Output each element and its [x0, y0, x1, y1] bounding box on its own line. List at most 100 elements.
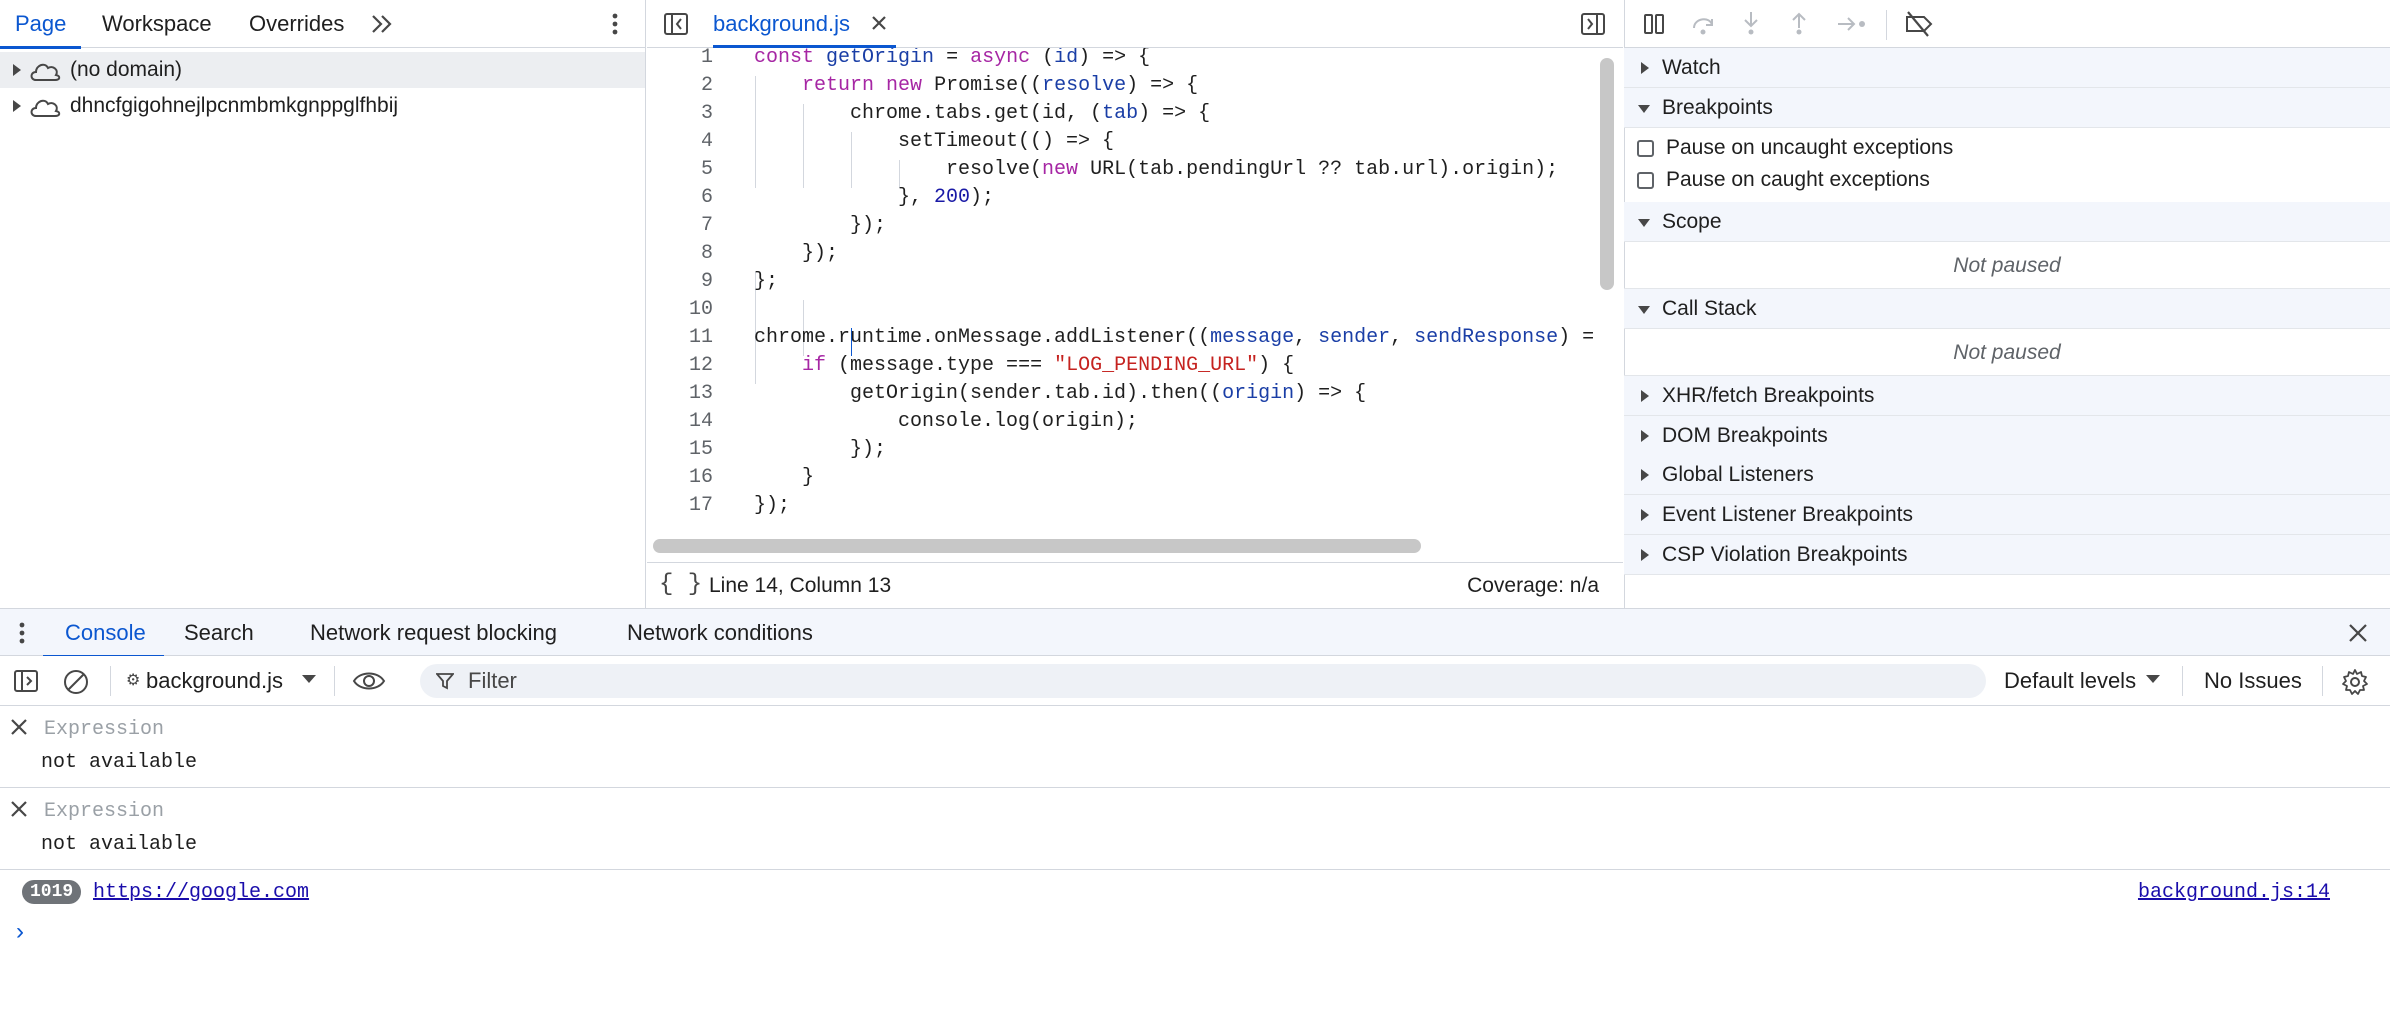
- triangle-right-icon[interactable]: [12, 99, 22, 113]
- section-label: XHR/fetch Breakpoints: [1662, 384, 1875, 407]
- close-icon[interactable]: [870, 14, 888, 32]
- toggle-navigator-icon[interactable]: [663, 12, 689, 36]
- chevron-double-right-icon[interactable]: [370, 13, 394, 35]
- toolbar-divider: [1886, 10, 1887, 40]
- horizontal-scrollbar[interactable]: [653, 539, 1421, 553]
- section-scope[interactable]: Scope: [1624, 202, 2390, 242]
- editor-tabbar: background.js: [647, 0, 1623, 48]
- log-levels-label: Default levels: [2004, 668, 2137, 693]
- section-xhr-breakpoints[interactable]: XHR/fetch Breakpoints: [1624, 376, 2390, 416]
- cloud-icon: [28, 96, 62, 118]
- toolbar-divider: [110, 666, 111, 696]
- coverage-status: Coverage: n/a: [1467, 574, 1599, 597]
- navigator-tabbar: Page Workspace Overrides: [0, 0, 645, 49]
- section-label: Breakpoints: [1662, 96, 1773, 119]
- deactivate-breakpoints-icon[interactable]: [1904, 10, 1934, 38]
- repeat-count-badge: 1019: [22, 880, 82, 904]
- expression-value: not available: [41, 833, 198, 856]
- live-expression: Expression not available: [0, 788, 2390, 870]
- vertical-scrollbar[interactable]: [1600, 58, 1614, 290]
- toolbar-divider: [334, 666, 335, 696]
- tab-workspace[interactable]: Workspace: [102, 0, 212, 48]
- section-label: Watch: [1662, 56, 1721, 79]
- tab-console[interactable]: Console: [43, 609, 164, 658]
- drawer-tabbar: Console Search Network request blocking …: [0, 608, 2390, 658]
- tab-overrides[interactable]: Overrides: [249, 0, 344, 48]
- tab-network-conditions[interactable]: Network conditions: [627, 609, 813, 657]
- gear-icon[interactable]: [2341, 668, 2369, 696]
- live-expression-eye-icon[interactable]: [352, 669, 386, 693]
- section-label: Event Listener Breakpoints: [1662, 503, 1913, 526]
- remove-expression-icon[interactable]: [10, 718, 28, 736]
- close-icon[interactable]: [2348, 623, 2368, 643]
- section-label: CSP Violation Breakpoints: [1662, 543, 1908, 566]
- section-label: DOM Breakpoints: [1662, 424, 1828, 447]
- section-global-listeners[interactable]: Global Listeners: [1624, 455, 2390, 495]
- section-csp-breakpoints[interactable]: CSP Violation Breakpoints: [1624, 535, 2390, 575]
- step-icon[interactable]: [1836, 14, 1868, 34]
- kebab-menu-icon[interactable]: [16, 621, 28, 645]
- editor-tab-background-js[interactable]: background.js: [713, 0, 896, 48]
- triangle-down-icon: [1638, 305, 1650, 315]
- tree-item-extension[interactable]: dhncfgigohnejlpcnmbmkgnppglfhbij: [0, 88, 645, 124]
- triangle-right-icon: [1640, 549, 1650, 561]
- tab-page[interactable]: Page: [0, 0, 82, 49]
- context-label: background.js: [146, 668, 283, 693]
- code-editor[interactable]: 1 const getOrigin = async (id) => { 2 ret…: [647, 48, 1595, 530]
- section-label: Scope: [1662, 210, 1722, 233]
- remove-expression-icon[interactable]: [10, 800, 28, 818]
- log-levels-dropdown[interactable]: Default levels: [2004, 656, 2160, 706]
- issues-counter[interactable]: No Issues: [2204, 656, 2302, 706]
- section-call-stack[interactable]: Call Stack: [1624, 289, 2390, 329]
- tree-item-no-domain[interactable]: (no domain): [0, 52, 645, 88]
- triangle-down-icon: [1638, 104, 1650, 114]
- debugger-toolbar: [1624, 0, 2390, 48]
- toolbar-divider: [2182, 666, 2183, 696]
- step-into-icon[interactable]: [1740, 10, 1762, 36]
- log-url-link[interactable]: https://google.com: [93, 881, 309, 904]
- scope-status: Not paused: [1624, 243, 2390, 289]
- pause-uncaught-checkbox[interactable]: [1637, 140, 1654, 157]
- triangle-right-icon: [1640, 509, 1650, 521]
- triangle-right-icon[interactable]: [12, 63, 22, 77]
- clear-console-icon[interactable]: [63, 669, 89, 695]
- step-over-icon[interactable]: [1690, 12, 1716, 36]
- step-out-icon[interactable]: [1788, 10, 1810, 36]
- pause-caught-checkbox[interactable]: [1637, 172, 1654, 189]
- section-dom-breakpoints[interactable]: DOM Breakpoints: [1624, 416, 2390, 456]
- expression-input[interactable]: Expression: [44, 718, 164, 741]
- pause-uncaught-label: Pause on uncaught exceptions: [1666, 136, 1954, 159]
- sidebar-toggle-icon[interactable]: [13, 669, 39, 693]
- editor-status-bar: { } Line 14, Column 13 Coverage: n/a: [647, 562, 1623, 608]
- pretty-print-icon[interactable]: { }: [659, 571, 702, 598]
- console-prompt[interactable]: ›: [16, 918, 24, 946]
- editor-tab-label: background.js: [713, 11, 850, 36]
- toolbar-divider: [2322, 666, 2323, 696]
- section-watch[interactable]: Watch: [1624, 48, 2390, 88]
- pause-icon[interactable]: [1642, 12, 1666, 36]
- live-expression: Expression not available: [0, 706, 2390, 788]
- call-stack-status: Not paused: [1624, 330, 2390, 376]
- filter-icon: [436, 672, 454, 690]
- source-location-link[interactable]: background.js:14: [2138, 881, 2330, 904]
- tree-item-label: (no domain): [70, 58, 183, 81]
- tab-network-request-blocking[interactable]: Network request blocking: [310, 609, 557, 657]
- expression-input[interactable]: Expression: [44, 800, 164, 823]
- kebab-menu-icon[interactable]: [605, 12, 625, 36]
- tree-item-label: dhncfgigohnejlpcnmbmkgnppglfhbij: [70, 94, 399, 117]
- chevron-down-icon: [302, 674, 316, 684]
- triangle-right-icon: [1640, 390, 1650, 402]
- section-event-listener-breakpoints[interactable]: Event Listener Breakpoints: [1624, 495, 2390, 535]
- toggle-debugger-icon[interactable]: [1580, 12, 1606, 36]
- pause-caught-row[interactable]: Pause on caught exceptions: [1624, 164, 2390, 196]
- tab-search[interactable]: Search: [184, 609, 254, 657]
- triangle-down-icon: [1638, 218, 1650, 228]
- console-message: 1019 https://google.com background.js:14: [0, 870, 2390, 914]
- section-breakpoints[interactable]: Breakpoints: [1624, 88, 2390, 128]
- chevron-down-icon: [2146, 674, 2160, 684]
- cloud-icon: [28, 60, 62, 82]
- pause-uncaught-row[interactable]: Pause on uncaught exceptions: [1624, 132, 2390, 164]
- filter-input[interactable]: Filter: [420, 664, 1986, 698]
- filter-placeholder: Filter: [468, 668, 517, 693]
- expression-value: not available: [41, 751, 198, 774]
